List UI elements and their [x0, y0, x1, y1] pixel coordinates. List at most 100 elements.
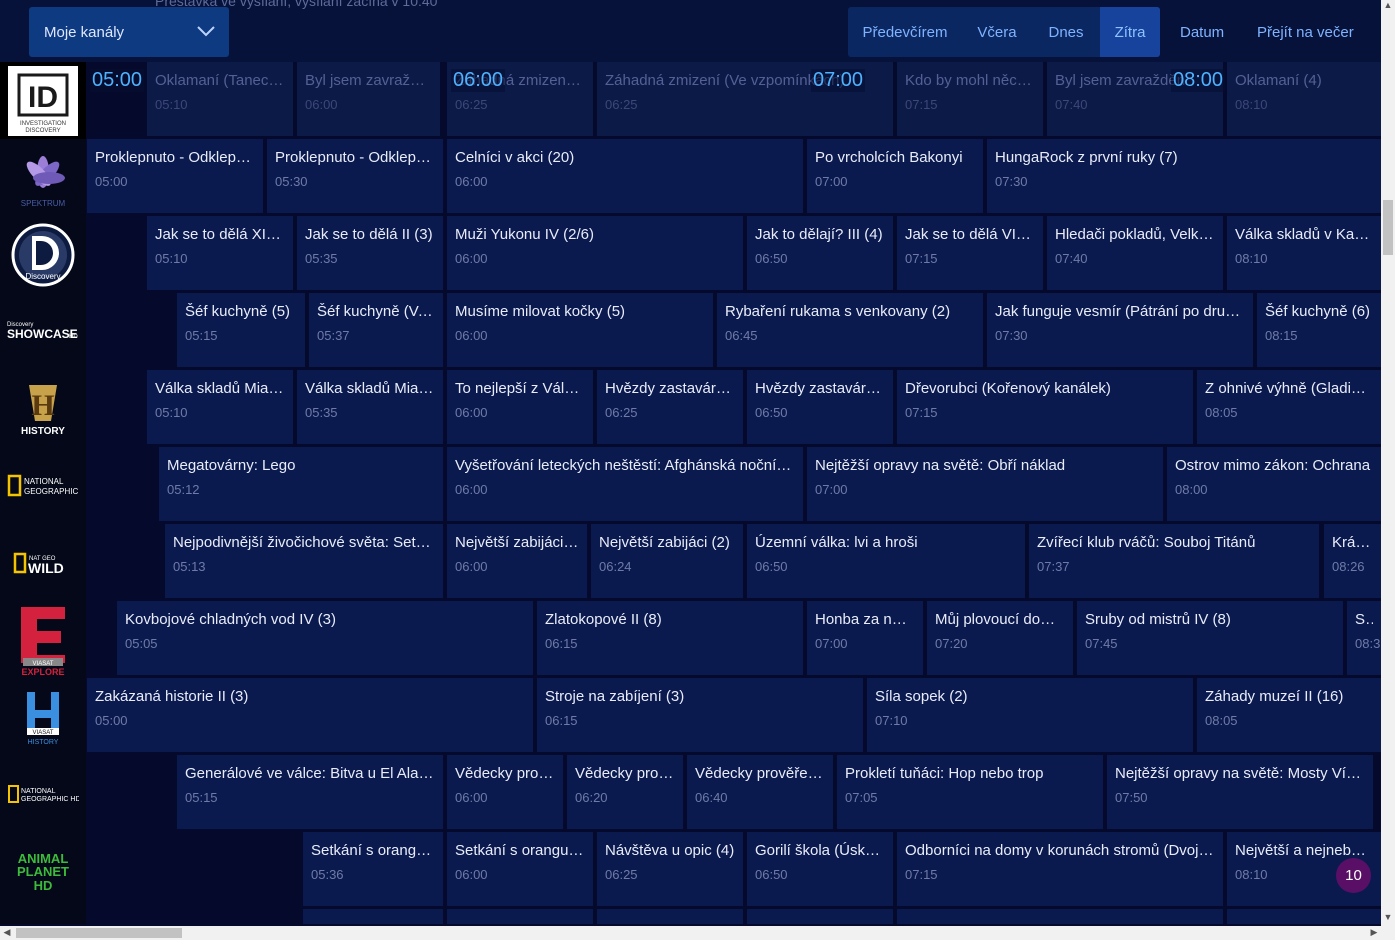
program-cell[interactable]: Největší zabijáci (2) 06:24	[591, 524, 743, 598]
tab-day-before-yesterday[interactable]: Předevčírem	[848, 7, 962, 57]
channel-logo[interactable]: NATIONAL GEOGRAPHIC	[0, 447, 86, 524]
program-cell[interactable]: Zlatokopové II (8) 06:15	[537, 601, 803, 675]
program-cell[interactable]: Odborníci na domy v korunách stromů (Dvo…	[897, 832, 1223, 906]
program-cell[interactable]: Ostrov mimo zákon: Ochrana 08:00	[1167, 447, 1381, 521]
program-cell[interactable]	[897, 909, 1223, 924]
scroll-left-icon[interactable]: ◀	[0, 927, 14, 938]
program-cell[interactable]: Po vrcholcích Bakonyi 07:00	[807, 139, 983, 213]
program-cell[interactable]: Záhady muzeí II (16) 08:05	[1197, 678, 1381, 752]
program-cell[interactable]: Vyšetřování leteckých neštěstí: Afghánsk…	[447, 447, 803, 521]
program-cell[interactable]: Proklepnuto - Odklepnuto 05:30	[267, 139, 443, 213]
program-cell[interactable]: Celníci v akci (20) 06:00	[447, 139, 803, 213]
program-cell[interactable]: Kovbojové chladných vod IV (3) 05:05	[117, 601, 533, 675]
program-cell[interactable]	[1227, 909, 1381, 924]
program-cell[interactable]: Musíme milovat kočky (5) 06:00	[447, 293, 713, 367]
program-cell[interactable]: Vědecky prověřeno (2)06:20	[567, 755, 683, 829]
program-cell[interactable]: Největší zabijáci (1) 06:00	[447, 524, 587, 598]
program-cell[interactable]: Jak se to dělá VII (2) 07:15	[897, 216, 1043, 290]
program-cell[interactable]: To nejlepší z Války skladů06:00	[447, 370, 593, 444]
program-cell[interactable]: Nejpodivnější živočichové světa: Setkání…	[165, 524, 443, 598]
program-cell[interactable]: Šéf kuchyně (5) 05:15	[177, 293, 305, 367]
go-to-evening-link[interactable]: Přejít na večer	[1257, 7, 1354, 57]
channel-logo[interactable]: SPEKTRUM	[0, 139, 86, 216]
program-cell[interactable]: Stroje na zabíjení (3) 06:15	[537, 678, 863, 752]
tab-yesterday[interactable]: Včera	[962, 7, 1032, 57]
program-cell[interactable]: Setkání s orangutany (2)06:00	[447, 832, 593, 906]
program-cell[interactable]: Hvězdy zastavárny (11)06:50	[747, 370, 893, 444]
program-cell[interactable]: Válka skladů Miami (3)05:10	[147, 370, 293, 444]
horizontal-scroll-thumb[interactable]	[16, 928, 182, 938]
svg-text:GEOGRAPHIC: GEOGRAPHIC	[24, 487, 78, 496]
viasat-explore-logo-icon: VIASAT EXPLORE	[21, 606, 65, 677]
program-cell[interactable]: Super08:3	[1347, 601, 1381, 675]
program-cell[interactable]: Kdo by mohl něco vědět07:15	[897, 62, 1043, 136]
program-cell[interactable]: Generálové ve válce: Bitva u El Alameinu…	[177, 755, 443, 829]
vertical-scrollbar[interactable]: ▲ ▼	[1381, 0, 1395, 926]
program-cell[interactable]: Můj plovoucí domov (3)07:20	[927, 601, 1073, 675]
program-cell[interactable]	[747, 909, 893, 924]
program-cell[interactable]: Rybaření rukama s venkovany (2) 06:45	[717, 293, 983, 367]
program-cell[interactable]: Prokletí tuňáci: Hop nebo trop 07:05	[837, 755, 1103, 829]
program-cell[interactable]: HungaRock z první ruky (7) 07:30	[987, 139, 1381, 213]
tab-today[interactable]: Dnes	[1032, 7, 1100, 57]
program-cell[interactable]: Jak se to dělá XII (5) 05:10	[147, 216, 293, 290]
channel-row: ID INVESTIGATION DISCOVERY Oklamaní (Tan…	[0, 62, 1381, 139]
program-cell[interactable]: Královec08:26	[1324, 524, 1381, 598]
date-link[interactable]: Datum	[1180, 7, 1224, 57]
scroll-right-icon[interactable]: ▶	[1367, 927, 1381, 938]
program-cell[interactable]: Jak se to dělá II (3) 05:35	[297, 216, 443, 290]
scroll-down-icon[interactable]: ▼	[1381, 912, 1395, 922]
channel-logo[interactable]: VIASAT EXPLORE	[0, 601, 86, 678]
channel-select-dropdown[interactable]: Moje kanály	[29, 7, 229, 57]
channel-logo[interactable]: NAT GEO WILD	[0, 524, 86, 601]
program-cell[interactable]	[447, 909, 593, 924]
program-cell[interactable]: Válka skladů v Kanadě 08:10	[1227, 216, 1381, 290]
svg-text:HD: HD	[34, 878, 53, 893]
program-cell[interactable]: Zvířecí klub rváčů: Souboj Titánů 07:37	[1029, 524, 1319, 598]
channel-logo[interactable]: Discovery	[0, 216, 86, 293]
program-cell[interactable]: Územní válka: lvi a hroši 06:50	[747, 524, 1025, 598]
program-cell[interactable]: Nejtěžší opravy na světě: Mosty Vídně 07:…	[1107, 755, 1373, 829]
program-cell[interactable]: Síla sopek (2) 07:10	[867, 678, 1193, 752]
svg-text:NATIONAL: NATIONAL	[21, 788, 56, 795]
program-cell[interactable]: Megatovárny: Lego 05:12	[159, 447, 443, 521]
channel-logo[interactable]	[0, 909, 86, 924]
channel-logo[interactable]: VIASAT HISTORY	[0, 678, 86, 755]
program-cell[interactable]: Byl jsem zavražděn 06:00	[297, 62, 440, 136]
horizontal-scrollbar[interactable]: ◀ ▶	[0, 926, 1395, 940]
svg-text:INVESTIGATION: INVESTIGATION	[20, 121, 66, 127]
program-cell[interactable]: Zakázaná historie II (3) 05:00	[87, 678, 533, 752]
program-cell[interactable]: Šéf kuchyně (6) 08:15	[1257, 293, 1381, 367]
program-cell[interactable]: Jak funguje vesmír (Pátrání po druhé Zem…	[987, 293, 1253, 367]
scroll-up-icon[interactable]: ▲	[1381, 0, 1395, 10]
program-cell[interactable]: Setkání s orangutany (1)05:36	[303, 832, 443, 906]
program-cell[interactable]	[597, 909, 743, 924]
program-cell[interactable]: Hvězdy zastavárny (10)06:25	[597, 370, 743, 444]
notification-badge[interactable]: 10	[1336, 858, 1371, 893]
channel-logo[interactable]: NATIONAL GEOGRAPHIC HD	[0, 755, 86, 832]
channel-logo[interactable]: ANIMAL PLANET HD	[0, 832, 86, 909]
program-cell[interactable]: Návštěva u opic (4) 06:25	[597, 832, 743, 906]
program-cell[interactable]: Nejtěžší opravy na světě: Obří náklad 07:…	[807, 447, 1163, 521]
program-cell[interactable]: Muži Yukonu IV (2/6) 06:00	[447, 216, 743, 290]
program-cell[interactable]: Hledači pokladů, Velká Británie07:40	[1047, 216, 1223, 290]
program-cell[interactable]: Vědecky prověřeno (3)06:40	[687, 755, 833, 829]
program-cell[interactable]: Gorilí škola (Úskalí) 06:50	[747, 832, 893, 906]
program-cell[interactable]: Válka skladů Miami (4)05:35	[297, 370, 443, 444]
program-cell[interactable]: Oklamaní (Tanec se smrtí)05:10	[147, 62, 293, 136]
program-cell[interactable]	[303, 909, 443, 924]
channel-logo[interactable]: Discovery SHOWCASE HD	[0, 293, 86, 370]
program-cell[interactable]: Sruby od mistrů IV (8) 07:45	[1077, 601, 1343, 675]
program-cell[interactable]: Jak to dělají? III (4) 06:50	[747, 216, 893, 290]
channel-logo[interactable]: ID INVESTIGATION DISCOVERY	[0, 62, 86, 139]
program-cell[interactable]: Šéf kuchyně (Vaření)05:37	[309, 293, 443, 367]
program-cell[interactable]: Honba za nálezy07:00	[807, 601, 923, 675]
program-cell[interactable]: Proklepnuto - Odklepnuto 05:00	[87, 139, 263, 213]
tab-tomorrow[interactable]: Zítra	[1100, 7, 1160, 57]
vertical-scroll-thumb[interactable]	[1383, 200, 1393, 255]
program-cell[interactable]: Z ohnivé výhně (Gladiátor) 08:05	[1197, 370, 1381, 444]
channel-logo[interactable]: H HISTORY	[0, 370, 86, 447]
program-cell[interactable]: Dřevorubci (Kořenový kanálek) 07:15	[897, 370, 1193, 444]
program-cell[interactable]: Vědecky prověřeno (1)06:00	[447, 755, 563, 829]
program-cell[interactable]: Oklamaní (4) 08:10	[1227, 62, 1381, 136]
